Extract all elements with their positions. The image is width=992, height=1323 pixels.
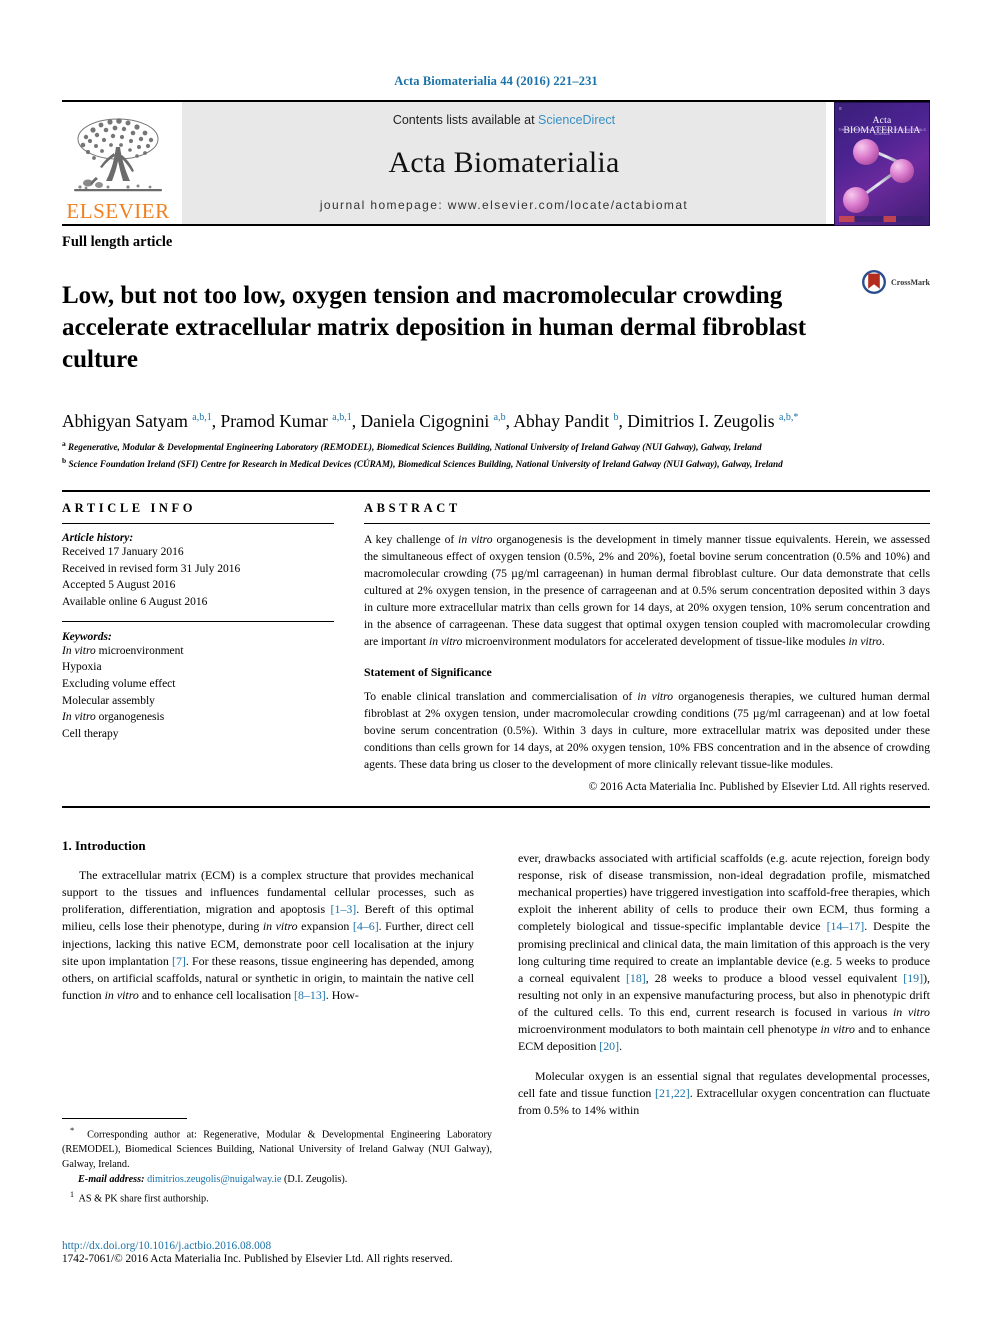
intro-paragraph-right: ever, drawbacks associated with artifici…	[518, 850, 930, 1054]
elsevier-logo: ELSEVIER	[62, 102, 174, 224]
keywords-block: Keywords: In vitro microenvironment Hypo…	[62, 620, 334, 743]
cover-subtitle: THE INTERNATIONAL JOURNAL OF BIOMATERIAL…	[838, 128, 926, 136]
contents-prefix: Contents lists available at	[392, 113, 539, 127]
doi-link[interactable]: http://dx.doi.org/10.1016/j.actbio.2016.…	[62, 1240, 532, 1252]
abstract-heading: ABSTRACT	[364, 500, 461, 515]
email-note: E-mail address: dimitrios.zeugolis@nuiga…	[78, 1174, 348, 1186]
cover-sphere-1	[853, 139, 879, 165]
keyword-item: Cell therapy	[62, 728, 119, 741]
abstract-column: ABSTRACT A key challenge of in vitro org…	[352, 501, 930, 793]
doi-block: http://dx.doi.org/10.1016/j.actbio.2016.…	[62, 1240, 532, 1265]
affiliation-a: a Regenerative, Modular & Developmental …	[62, 438, 930, 455]
keyword-item: Excluding volume effect	[62, 678, 176, 690]
journal-homepage-link[interactable]: journal homepage: www.elsevier.com/locat…	[320, 198, 688, 212]
significance-body: To enable clinical translation and comme…	[364, 690, 931, 772]
crossmark-icon	[862, 270, 887, 294]
keyword-item: In vitro microenvironment	[62, 644, 184, 657]
cover-sphere-2	[890, 159, 914, 183]
author-list: Abhigyan Satyam a,b,1, Pramod Kumar a,b,…	[62, 410, 799, 431]
intro-paragraph-left: The extracellular matrix (ECM) is a comp…	[62, 868, 474, 1003]
section-heading-introduction: 1. Introduction	[62, 838, 146, 854]
significance-heading: Statement of Significance	[364, 665, 492, 680]
keyword-item: Molecular assembly	[62, 694, 155, 707]
affiliation-mark-a: a	[62, 439, 66, 449]
body-columns: 1. Introduction The extracellular matrix…	[62, 838, 930, 1131]
sciencedirect-link[interactable]: ScienceDirect	[538, 113, 615, 127]
cover-publisher-mark: ≡	[839, 106, 842, 112]
footnote-block: * Corresponding author at: Regenerative,…	[62, 1118, 492, 1207]
body-column-left: 1. Introduction The extracellular matrix…	[62, 838, 496, 1131]
keywords-label: Keywords:	[62, 630, 112, 643]
article-info-column: ARTICLE INFO Article history: Received 1…	[62, 501, 352, 793]
shared-authorship-note: 1 AS & PK share first authorship.	[70, 1189, 209, 1205]
abstract-copyright: © 2016 Acta Materialia Inc. Published by…	[588, 781, 930, 794]
journal-masthead: ELSEVIER Contents lists available at Sci…	[62, 100, 930, 226]
affiliation-mark-b: b	[62, 456, 67, 466]
article-type-label: Full length article	[62, 234, 173, 250]
info-rule	[62, 522, 334, 524]
info-abstract-block: ARTICLE INFO Article history: Received 1…	[62, 489, 930, 793]
crossmark-label: CrossMark	[891, 277, 930, 287]
history-item: Received 17 January 2016	[62, 545, 184, 558]
paper-page: Acta Biomaterialia 44 (2016) 221–231 ELS…	[0, 0, 992, 1323]
title-row: Low, but not too low, oxygen tension and…	[62, 263, 930, 393]
journal-title: Acta Biomaterialia	[388, 145, 620, 179]
abstract-rule	[364, 522, 930, 524]
running-head: Acta Biomaterialia 44 (2016) 221–231	[394, 74, 598, 88]
footnote-rule	[62, 1118, 187, 1119]
cover-sphere-3	[843, 187, 869, 213]
elsevier-tree-icon	[66, 113, 170, 201]
keyword-item: Hypoxia	[62, 661, 102, 674]
contents-available-line: Contents lists available at ScienceDirec…	[393, 113, 615, 127]
cover-footer-bar	[839, 216, 925, 222]
journal-banner: Contents lists available at ScienceDirec…	[182, 102, 826, 224]
affiliation-b: b Science Foundation Ireland (SFI) Centr…	[62, 455, 930, 472]
history-item: Available online 6 August 2016	[62, 595, 208, 608]
journal-cover-thumbnail: ≡ Acta BIOMATERIALIA THE INTERNATIONAL J…	[834, 102, 930, 226]
article-info-heading: ARTICLE INFO	[62, 500, 197, 515]
abstract-bottom-rule	[62, 806, 930, 809]
abstract-body: A key challenge of in vitro organogenesi…	[364, 532, 930, 648]
history-item: Received in revised form 31 July 2016	[62, 562, 241, 575]
body-column-right: ever, drawbacks associated with artifici…	[496, 838, 930, 1131]
affiliation-text-b: Science Foundation Ireland (SFI) Centre …	[68, 459, 783, 470]
affiliation-text-a: Regenerative, Modular & Developmental En…	[68, 442, 762, 453]
elsevier-wordmark: ELSEVIER	[66, 199, 170, 223]
intro-paragraph-right-2: Molecular oxygen is an essential signal …	[518, 1068, 930, 1117]
keyword-item: In vitro organogenesis	[62, 711, 165, 724]
history-item: Accepted 5 August 2016	[62, 579, 176, 592]
page-title: Low, but not too low, oxygen tension and…	[62, 281, 807, 373]
issn-copyright-line: 1742-7061/© 2016 Acta Materialia Inc. Pu…	[62, 1253, 453, 1265]
corresponding-author-note: * Corresponding author at: Regenerative,…	[62, 1125, 492, 1170]
crossmark-badge[interactable]: CrossMark	[844, 263, 930, 300]
article-history-label: Article history:	[62, 531, 134, 544]
